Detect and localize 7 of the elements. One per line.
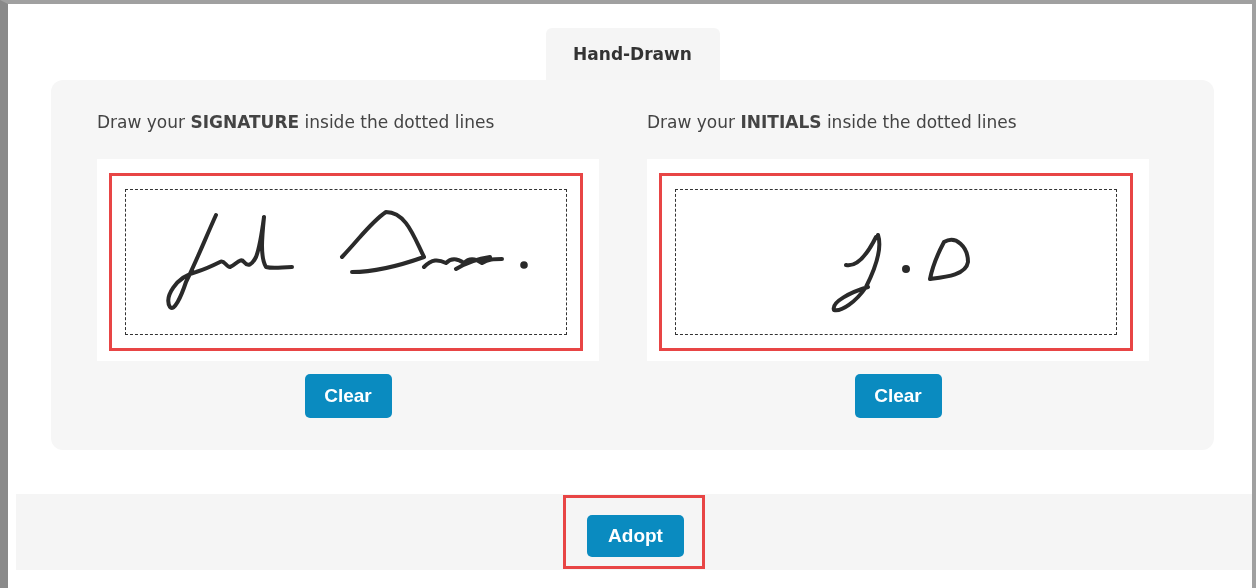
tab[interactable]: Hand-Drawn <box>545 28 720 80</box>
instruction-text: Draw your INITIALS inside the dotted lines <box>647 111 1018 134</box>
adopt-button[interactable]: Adopt <box>587 515 684 557</box>
clear-button[interactable]: Clear <box>304 374 392 418</box>
clear-button[interactable]: Clear <box>854 374 942 418</box>
drawing-pad[interactable] <box>97 159 599 361</box>
instruction-text: Draw your SIGNATURE inside the dotted lines <box>97 111 496 134</box>
